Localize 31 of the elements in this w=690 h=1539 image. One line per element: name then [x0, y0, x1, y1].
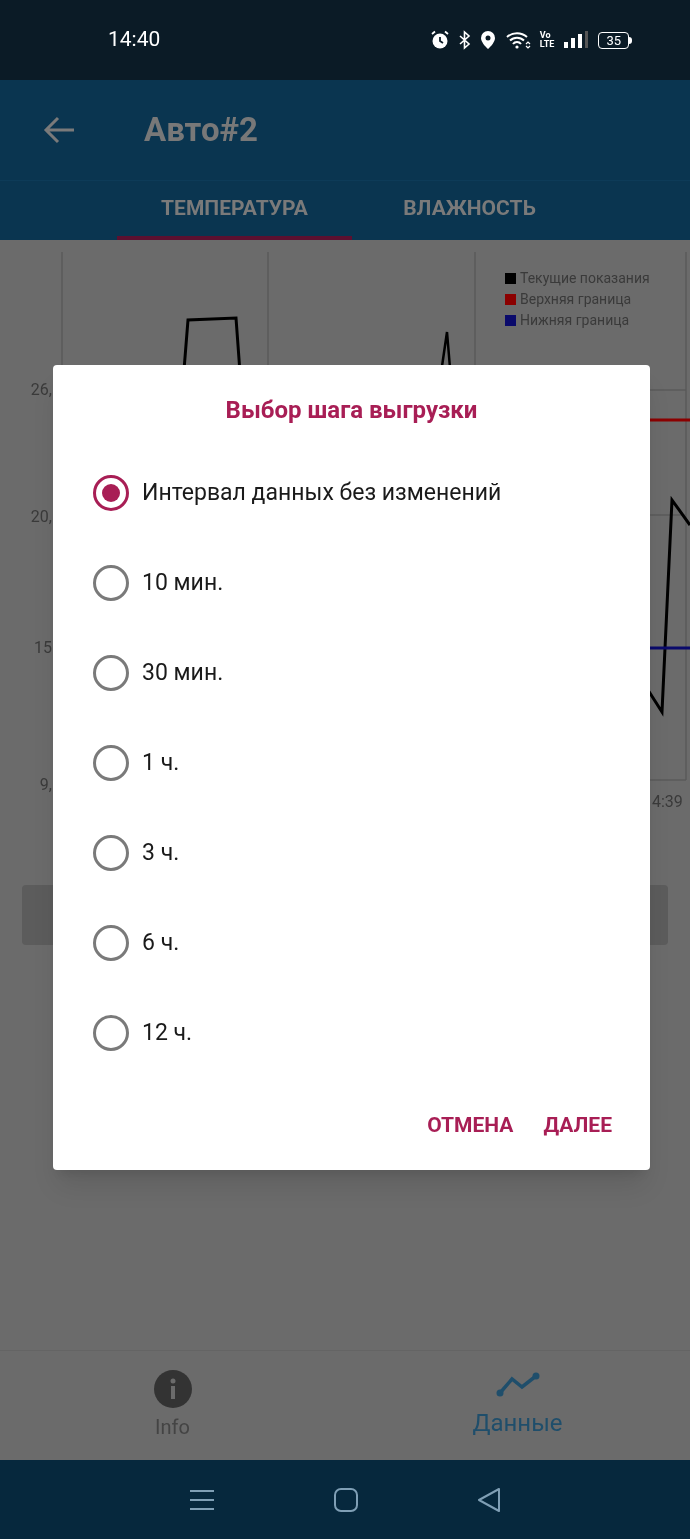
- radio-option[interactable]: 30 мин.: [53, 628, 650, 718]
- dialog-button[interactable]: ОТМЕНА: [419, 1100, 522, 1152]
- radio-option[interactable]: 10 мин.: [53, 538, 650, 628]
- wifi-icon: [504, 30, 531, 50]
- location-icon: [479, 30, 496, 50]
- radio-button[interactable]: [93, 835, 129, 871]
- radio-option[interactable]: 6 ч.: [53, 898, 650, 988]
- radio-button[interactable]: [93, 1015, 129, 1051]
- back-arrow-icon[interactable]: [42, 115, 76, 145]
- radio-option[interactable]: Интервал данных без изменений: [53, 448, 650, 538]
- radio-button[interactable]: [93, 475, 129, 511]
- back-icon[interactable]: [477, 1486, 501, 1513]
- radio-option[interactable]: 12 ч.: [53, 988, 650, 1078]
- signal-icon: [563, 31, 590, 49]
- radio-button[interactable]: [93, 565, 129, 601]
- info-icon: [153, 1369, 192, 1408]
- home-icon[interactable]: [333, 1486, 359, 1513]
- volte-indicator: Vo LTE: [539, 31, 555, 49]
- radio-button[interactable]: [93, 655, 129, 691]
- radio-option[interactable]: 3 ч.: [53, 808, 650, 898]
- radio-option[interactable]: 1 ч.: [53, 718, 650, 808]
- radio-button[interactable]: [93, 925, 129, 961]
- clock: 14:40: [108, 26, 161, 54]
- bluetooth-icon: [458, 30, 471, 50]
- radio-button[interactable]: [93, 745, 129, 781]
- app-title: Авто#2: [144, 109, 259, 152]
- battery-indicator: 35: [598, 31, 632, 49]
- dialog-title: Выбор шага выгрузки: [225, 395, 478, 426]
- dialog-button[interactable]: ДАЛЕЕ: [535, 1100, 620, 1152]
- menu-icon[interactable]: [189, 1487, 215, 1512]
- alarm-icon: [429, 30, 450, 50]
